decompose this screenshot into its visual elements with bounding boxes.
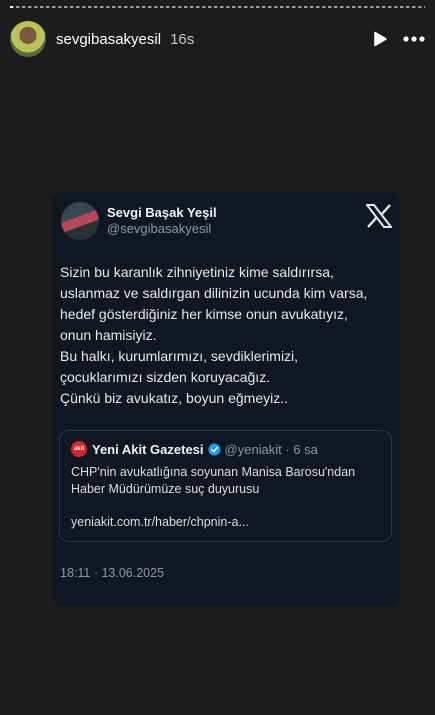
tweet-author-handle: @sevgibasakyesil: [107, 221, 212, 236]
quoted-tweet-text: CHP'nin avukatlığına soyunan Manisa Baro…: [71, 465, 356, 496]
profile-avatar[interactable]: [10, 21, 46, 57]
tweet-card[interactable]: Sevgi Başak Yeşil @sevgibasakyesil Sizin…: [52, 192, 400, 606]
quoted-handle-time: @yeniakit · 6 sa: [224, 441, 318, 457]
tweet-header: Sevgi Başak Yeşil @sevgibasakyesil: [61, 202, 217, 240]
yeni-akit-logo: akit: [71, 441, 87, 457]
tweet-author-name: Sevgi Başak Yeşil: [107, 205, 217, 220]
story-progress-bar: [10, 6, 425, 8]
tweet-text: Sizin bu karanlık zihniyetiniz kime sald…: [60, 264, 368, 406]
story-header: sevgibasakyesil 16s: [10, 20, 425, 58]
tweet-timestamp: 18:11 · 13.06.2025: [60, 566, 165, 580]
quoted-tweet-header: akit Yeni Akit Gazetesi @yeniakit · 6 sa: [71, 441, 318, 457]
tweet-author-avatar: [61, 202, 99, 240]
x-logo-icon: [364, 204, 394, 233]
story-time-ago: 16s: [170, 30, 195, 48]
quoted-tweet-link[interactable]: yeniakit.com.tr/haber/chpnin-a...: [71, 515, 249, 529]
story-progress-fill: [10, 6, 13, 8]
quoted-tweet[interactable]: akit Yeni Akit Gazetesi @yeniakit · 6 sa…: [59, 430, 392, 542]
quoted-source-name: Yeni Akit Gazetesi: [92, 441, 204, 457]
more-icon[interactable]: [403, 36, 425, 42]
verified-badge-icon: [207, 442, 221, 456]
story-username[interactable]: sevgibasakyesil: [56, 31, 161, 48]
play-icon[interactable]: [371, 30, 389, 48]
